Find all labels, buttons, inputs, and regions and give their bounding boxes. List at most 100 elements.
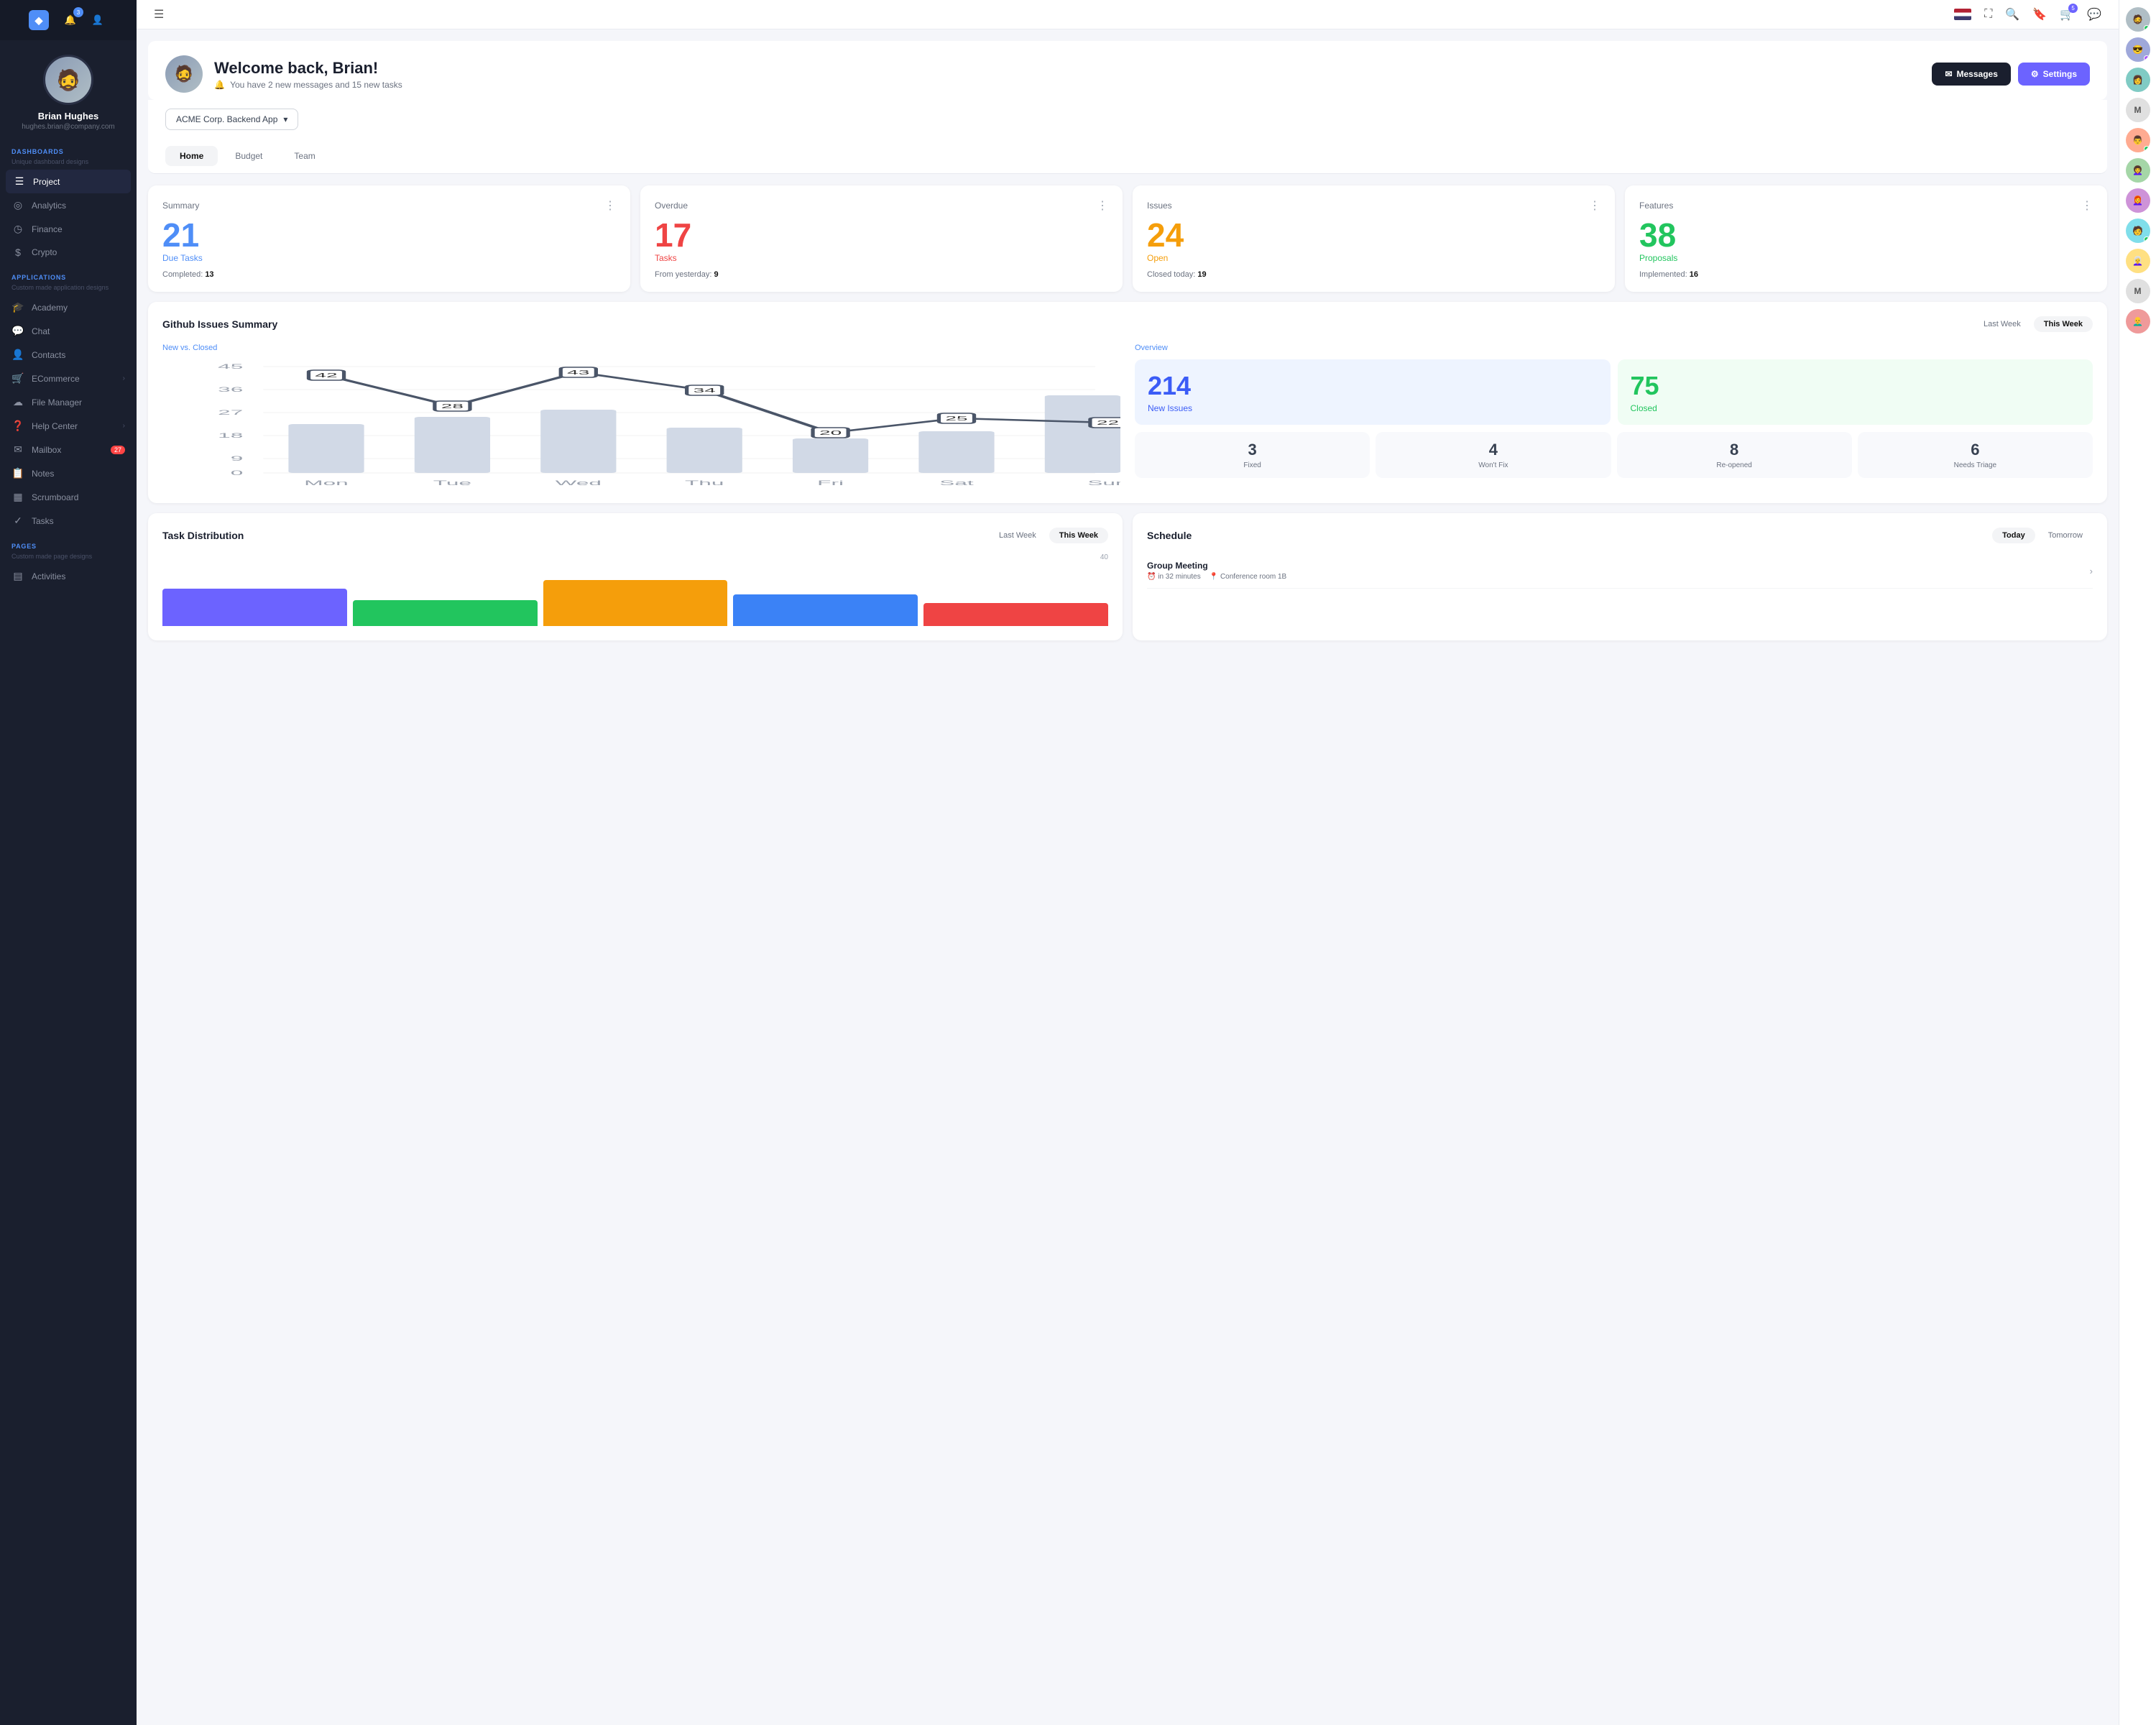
cart-badge: 5 (2068, 4, 2078, 13)
tab-budget[interactable]: Budget (221, 146, 277, 166)
right-avatar[interactable]: 👩‍🦳 (2126, 249, 2150, 273)
sidebar-top-icons: 🔔 3 👤 (60, 10, 108, 30)
search-icon[interactable]: 🔍 (2005, 7, 2019, 22)
chart-label: New vs. Closed (162, 344, 1120, 352)
card-header: Overdue ⋮ (655, 198, 1108, 213)
sidebar-item-academy[interactable]: 🎓 Academy (0, 295, 137, 319)
ov-bottom: 3 Fixed 4 Won't Fix 8 Re-opened 6 Needs … (1135, 432, 2093, 478)
tab-home[interactable]: Home (165, 146, 218, 166)
project-icon: ☰ (13, 175, 26, 188)
sidebar-item-filemanager[interactable]: ☁ File Manager (0, 390, 137, 414)
right-avatar[interactable]: 🧔 (2126, 7, 2150, 32)
chevron-right-icon[interactable]: › (2090, 566, 2093, 576)
flag-icon[interactable] (1954, 9, 1971, 20)
pages-label: PAGES (0, 533, 137, 553)
right-avatar[interactable]: M (2126, 279, 2150, 303)
user-name: Brian Hughes (38, 111, 99, 121)
sidebar-item-tasks[interactable]: ✓ Tasks (0, 509, 137, 533)
card-title: Overdue (655, 201, 688, 211)
messages-button[interactable]: ✉ Messages (1932, 63, 2010, 86)
triage-card: 6 Needs Triage (1858, 432, 2093, 478)
task-this-week-toggle[interactable]: This Week (1049, 528, 1108, 543)
sidebar-item-project[interactable]: ☰ Project (6, 170, 131, 193)
svg-text:Sat: Sat (939, 479, 974, 487)
right-avatar[interactable]: 👩‍🦱 (2126, 158, 2150, 183)
card-menu-icon[interactable]: ⋮ (2081, 198, 2093, 213)
svg-text:43: 43 (567, 369, 589, 376)
sidebar-item-notes[interactable]: 📋 Notes (0, 461, 137, 485)
task-toggle-group: Last Week This Week (989, 528, 1108, 543)
svg-text:Thu: Thu (685, 479, 724, 487)
sidebar-item-label: File Manager (32, 397, 82, 408)
sidebar-item-helpcenter[interactable]: ❓ Help Center › (0, 414, 137, 438)
svg-text:Tue: Tue (433, 479, 471, 487)
mailbox-icon: ✉ (11, 443, 24, 456)
sidebar-item-mailbox[interactable]: ✉ Mailbox 27 (0, 438, 137, 461)
tab-team[interactable]: Team (280, 146, 329, 166)
bar-item (162, 589, 347, 626)
card-menu-icon[interactable]: ⋮ (1589, 198, 1600, 213)
right-avatar[interactable]: M (2126, 98, 2150, 122)
this-week-toggle[interactable]: This Week (2034, 316, 2093, 332)
sidebar-item-ecommerce[interactable]: 🛒 ECommerce › (0, 367, 137, 390)
sidebar-item-finance[interactable]: ◷ Finance (0, 217, 137, 241)
sidebar-item-contacts[interactable]: 👤 Contacts (0, 343, 137, 367)
toggle-group: Last Week This Week (1973, 316, 2093, 332)
card-menu-icon[interactable]: ⋮ (1097, 198, 1108, 213)
right-avatar[interactable]: 😎 (2126, 37, 2150, 62)
sidebar-item-chat[interactable]: 💬 Chat (0, 319, 137, 343)
sidebar-item-label: Project (33, 177, 60, 187)
project-selector-label: ACME Corp. Backend App (176, 114, 277, 124)
bar-max-label: 40 (162, 553, 1108, 561)
tomorrow-toggle[interactable]: Tomorrow (2038, 528, 2093, 543)
task-last-week-toggle[interactable]: Last Week (989, 528, 1046, 543)
hamburger-menu[interactable]: ☰ (154, 7, 164, 22)
issues-chart: 45 36 27 18 9 0 (162, 359, 1120, 489)
app-logo[interactable]: ◆ (29, 10, 49, 30)
cart-icon[interactable]: 🛒 5 (2060, 7, 2074, 22)
online-indicator (2144, 236, 2150, 242)
schedule-time: ⏰ in 32 minutes (1147, 573, 1201, 581)
project-selector[interactable]: ACME Corp. Backend App ▾ (165, 109, 298, 130)
tasks-icon: ✓ (11, 515, 24, 527)
features-label: Proposals (1639, 253, 2093, 263)
chat-header-icon[interactable]: 💬 (2087, 7, 2101, 22)
card-title: Features (1639, 201, 1673, 211)
right-avatar[interactable]: 🧑 (2126, 218, 2150, 243)
scrumboard-icon: ▦ (11, 491, 24, 503)
sidebar-item-activities[interactable]: ▤ Activities (0, 564, 137, 588)
github-title: Github Issues Summary (162, 318, 277, 330)
right-avatar[interactable]: 👨 (2126, 128, 2150, 152)
bar-item (733, 594, 918, 626)
reopened-card: 8 Re-opened (1617, 432, 1852, 478)
svg-text:18: 18 (218, 432, 243, 439)
wont-fix-card: 4 Won't Fix (1376, 432, 1611, 478)
fixed-card: 3 Fixed (1135, 432, 1370, 478)
right-avatar[interactable]: 👩‍🦰 (2126, 188, 2150, 213)
avatar[interactable]: 🧔 (43, 55, 93, 105)
right-avatar[interactable]: 👩 (2126, 68, 2150, 92)
schedule-title: Schedule (1147, 530, 1192, 541)
mailbox-badge: 27 (111, 446, 125, 454)
online-indicator (2144, 146, 2150, 152)
welcome-subtitle: 🔔 You have 2 new messages and 15 new tas… (214, 80, 402, 90)
last-week-toggle[interactable]: Last Week (1973, 316, 2031, 332)
sidebar-item-scrumboard[interactable]: ▦ Scrumboard (0, 485, 137, 509)
settings-button[interactable]: ⚙ Settings (2018, 63, 2090, 86)
welcome-section: 🧔 Welcome back, Brian! 🔔 You have 2 new … (148, 41, 2107, 100)
issues-number: 24 (1147, 218, 1600, 252)
card-menu-icon[interactable]: ⋮ (604, 198, 616, 213)
sidebar-item-analytics[interactable]: ◎ Analytics (0, 193, 137, 217)
notifications-button[interactable]: 🔔 3 (60, 10, 80, 30)
new-issues-number: 214 (1148, 371, 1598, 401)
bookmark-icon[interactable]: 🔖 (2032, 7, 2047, 22)
closed-number: 75 (1631, 371, 2081, 401)
sidebar-item-label: Contacts (32, 350, 65, 360)
sidebar-item-label: Chat (32, 326, 50, 336)
today-toggle[interactable]: Today (1992, 528, 2035, 543)
sidebar-item-crypto[interactable]: $ Crypto (0, 241, 137, 264)
user-icon[interactable]: 👤 (88, 10, 108, 30)
fullscreen-icon[interactable]: ⛶ (1984, 8, 1992, 21)
activities-icon: ▤ (11, 570, 24, 582)
right-avatar[interactable]: 👨‍🦲 (2126, 309, 2150, 334)
